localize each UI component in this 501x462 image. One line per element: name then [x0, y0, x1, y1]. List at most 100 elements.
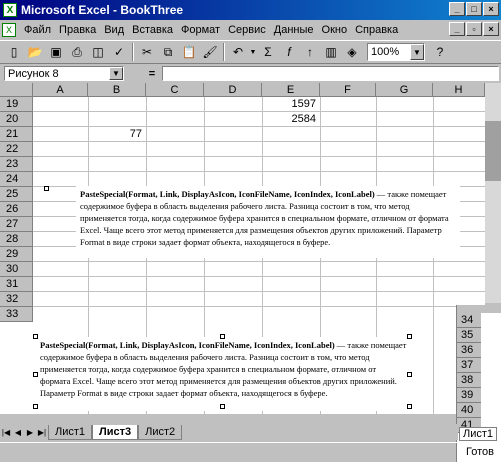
column-header[interactable]: H: [433, 83, 485, 97]
chevron-down-icon[interactable]: ▼: [410, 44, 424, 60]
sheet-tab-bar: |◀ ◀ ▶ ▶| Лист1 Лист3 Лист2: [0, 424, 458, 440]
chevron-down-icon[interactable]: ▼: [109, 67, 123, 80]
equals-button[interactable]: =: [142, 66, 162, 81]
row-header[interactable]: 26: [0, 202, 33, 217]
menu-help[interactable]: Справка: [351, 24, 402, 36]
workbook-close-button[interactable]: ×: [483, 22, 499, 36]
sheet-tab[interactable]: Лист2: [138, 424, 183, 440]
undo-dropdown-icon[interactable]: ▼: [249, 42, 257, 62]
zoom-select[interactable]: 100% ▼: [367, 43, 425, 61]
cut-icon[interactable]: ✂: [137, 42, 157, 62]
resize-handle[interactable]: [407, 334, 412, 339]
row-header[interactable]: 21: [0, 127, 33, 142]
maximize-button[interactable]: □: [466, 2, 482, 16]
sheet-tab-active[interactable]: Лист3: [92, 424, 139, 440]
last-sheet-icon[interactable]: ▶|: [36, 425, 48, 439]
column-header[interactable]: C: [146, 83, 204, 97]
menu-edit[interactable]: Правка: [55, 24, 100, 36]
standard-toolbar: ▯ 📂 ▣ ⎙ ◫ ✓ ✂ ⧉ 📋 🖌 ↶ ▼ Σ f ↑ ▥ ◈ 100% ▼…: [0, 40, 501, 64]
resize-handle[interactable]: [33, 404, 38, 409]
function-icon[interactable]: f: [279, 42, 299, 62]
workbook-icon[interactable]: X: [2, 22, 16, 37]
cell-e20[interactable]: 2584: [262, 113, 316, 125]
chart-wizard-icon[interactable]: ▥: [321, 42, 341, 62]
row-header[interactable]: 28: [0, 232, 33, 247]
row-header[interactable]: 25: [0, 187, 33, 202]
resize-handle[interactable]: [33, 372, 38, 377]
window-title: Microsoft Excel - BookThree: [21, 3, 184, 17]
new-icon[interactable]: ▯: [4, 42, 24, 62]
column-header[interactable]: A: [33, 83, 88, 97]
row-header[interactable]: 31: [0, 277, 33, 292]
row-header[interactable]: 23: [0, 157, 33, 172]
cell-e19[interactable]: 1597: [262, 98, 316, 110]
resize-handle[interactable]: [33, 334, 38, 339]
select-all-corner[interactable]: [0, 83, 33, 97]
print-icon[interactable]: ⎙: [67, 42, 87, 62]
row-header[interactable]: 32: [0, 292, 33, 307]
zoom-value: 100%: [371, 46, 400, 58]
row-header[interactable]: 22: [0, 142, 33, 157]
column-header[interactable]: B: [88, 83, 146, 97]
menu-insert[interactable]: Вставка: [128, 24, 177, 36]
formula-input[interactable]: [162, 66, 499, 81]
resize-handle[interactable]: [220, 334, 225, 339]
print-preview-icon[interactable]: ◫: [88, 42, 108, 62]
background-window-header: [457, 305, 501, 313]
menu-data[interactable]: Данные: [270, 24, 318, 36]
copy-icon[interactable]: ⧉: [158, 42, 178, 62]
paste-icon[interactable]: 📋: [179, 42, 199, 62]
selected-embedded-text-object[interactable]: PasteSpecial(Format, Link, DisplayAsIcon…: [36, 337, 412, 411]
row-header[interactable]: 24: [0, 172, 33, 187]
drawing-icon[interactable]: ◈: [342, 42, 362, 62]
name-box-value: Рисунок 8: [8, 67, 59, 80]
column-header[interactable]: D: [204, 83, 262, 97]
vertical-scrollbar[interactable]: [485, 83, 501, 303]
format-painter-icon[interactable]: 🖌: [200, 42, 220, 62]
bg-row-header: 34: [457, 313, 481, 328]
row-header[interactable]: 20: [0, 112, 33, 127]
menu-window[interactable]: Окно: [318, 24, 352, 36]
sheet-tab[interactable]: Лист1: [48, 424, 93, 440]
help-icon[interactable]: ?: [430, 42, 450, 62]
bg-sheet-tab[interactable]: Лист1: [459, 427, 498, 441]
resize-handle[interactable]: [407, 372, 412, 377]
next-sheet-icon[interactable]: ▶: [24, 425, 36, 439]
row-header[interactable]: 29: [0, 247, 33, 262]
workbook-minimize-button[interactable]: _: [449, 22, 465, 36]
menu-tools[interactable]: Сервис: [224, 24, 270, 36]
column-header[interactable]: G: [376, 83, 433, 97]
gridline: [33, 141, 485, 142]
embedded-text-object[interactable]: PasteSpecial(Format, Link, DisplayAsIcon…: [76, 186, 460, 258]
menu-format[interactable]: Формат: [177, 24, 224, 36]
menu-view[interactable]: Вид: [100, 24, 128, 36]
scrollbar-thumb[interactable]: [485, 121, 501, 181]
minimize-button[interactable]: _: [449, 2, 465, 16]
autosum-icon[interactable]: Σ: [258, 42, 278, 62]
background-workbook-window[interactable]: 34 35 36 37 38 39 40 41 Лист1: [456, 305, 501, 462]
resize-handle[interactable]: [220, 404, 225, 409]
resize-handle[interactable]: [44, 186, 49, 191]
prev-sheet-icon[interactable]: ◀: [12, 425, 24, 439]
spelling-icon[interactable]: ✓: [109, 42, 129, 62]
excel-app-icon[interactable]: X: [3, 3, 17, 17]
row-header[interactable]: 33: [0, 307, 33, 322]
open-icon[interactable]: 📂: [25, 42, 45, 62]
workbook-restore-button[interactable]: ▫: [466, 22, 482, 36]
row-header[interactable]: 30: [0, 262, 33, 277]
row-header[interactable]: 27: [0, 217, 33, 232]
resize-handle[interactable]: [407, 404, 412, 409]
save-icon[interactable]: ▣: [46, 42, 66, 62]
column-header[interactable]: F: [320, 83, 376, 97]
sort-ascending-icon[interactable]: ↑: [300, 42, 320, 62]
first-sheet-icon[interactable]: |◀: [0, 425, 12, 439]
toolbar-separator: [223, 43, 225, 61]
close-button[interactable]: ×: [483, 2, 499, 16]
row-header[interactable]: 19: [0, 97, 33, 112]
undo-icon[interactable]: ↶: [228, 42, 248, 62]
cell-b21[interactable]: 77: [88, 128, 142, 140]
column-header[interactable]: E: [262, 83, 320, 97]
name-box[interactable]: Рисунок 8 ▼: [4, 66, 124, 81]
gridline: [33, 306, 485, 307]
menu-file[interactable]: Файл: [20, 24, 55, 36]
